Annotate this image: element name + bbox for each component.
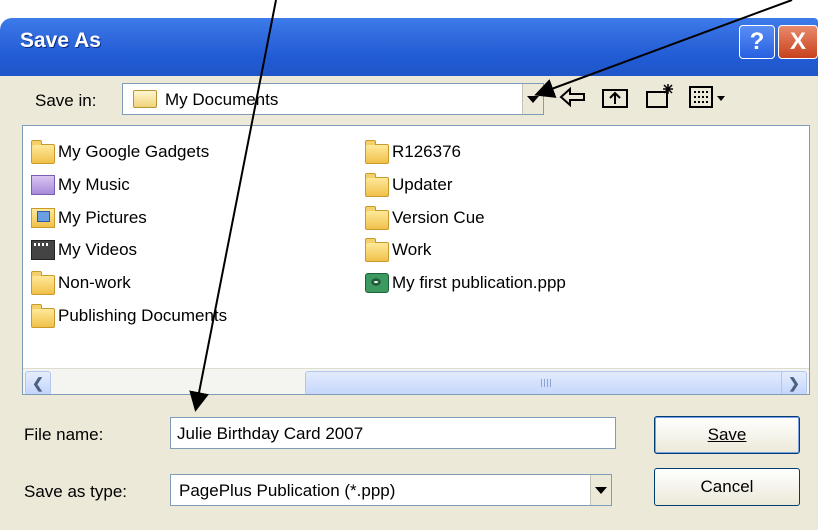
annotation-arrows — [189, 0, 793, 412]
annotation-arrow-dropdown — [534, 0, 793, 98]
annotation-arrow-filename — [189, 0, 277, 412]
